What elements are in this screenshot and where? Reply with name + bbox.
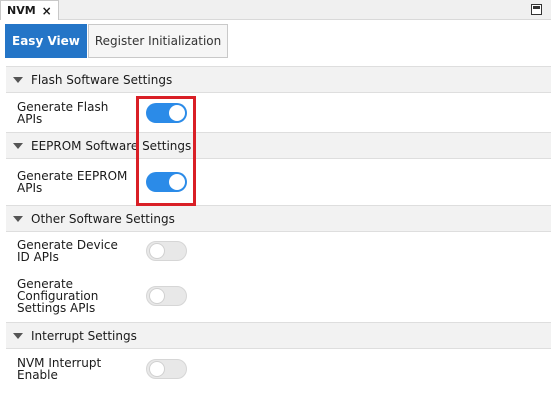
close-icon[interactable]: ×: [42, 5, 52, 17]
settings-panel: Flash Software Settings Generate Flash A…: [6, 66, 551, 389]
generate-flash-apis-toggle[interactable]: [146, 102, 187, 123]
setting-row-generate-eeprom-apis: Generate EEPROM APIs: [6, 159, 551, 205]
section-title: Flash Software Settings: [31, 72, 173, 87]
section-title: Other Software Settings: [31, 211, 175, 226]
section-title: EEPROM Software Settings: [31, 138, 192, 153]
setting-row-generate-configuration-settings-apis: Generate Configuration Settings APIs: [6, 270, 551, 322]
setting-row-generate-flash-apis: Generate Flash APIs: [6, 93, 551, 132]
generate-device-id-apis-toggle[interactable]: [146, 241, 187, 261]
view-tabs: Easy View Register Initialization: [5, 24, 229, 58]
nvm-tab-label: NVM: [7, 4, 36, 17]
generate-eeprom-apis-toggle[interactable]: [146, 172, 187, 192]
tab-register-initialization[interactable]: Register Initialization: [87, 24, 229, 58]
collapse-triangle-icon[interactable]: [13, 76, 23, 83]
setting-label: Generate Configuration Settings APIs: [17, 277, 99, 315]
collapse-triangle-icon[interactable]: [13, 332, 23, 339]
section-flash-software-settings[interactable]: Flash Software Settings: [6, 66, 551, 93]
minimize-icon[interactable]: [531, 4, 543, 16]
setting-label: Generate EEPROM APIs: [17, 169, 128, 195]
setting-label: Generate Flash APIs: [17, 99, 109, 126]
toggle-knob: [149, 243, 165, 259]
setting-label: Generate Device ID APIs: [17, 238, 118, 264]
document-tab-strip: NVM ×: [0, 0, 551, 20]
collapse-triangle-icon[interactable]: [13, 215, 23, 222]
generate-configuration-settings-apis-toggle[interactable]: [146, 286, 187, 306]
section-eeprom-software-settings[interactable]: EEPROM Software Settings: [6, 132, 551, 159]
setting-label: NVM Interrupt Enable: [17, 356, 102, 382]
setting-row-generate-device-id-apis: Generate Device ID APIs: [6, 232, 551, 270]
tab-easy-view[interactable]: Easy View: [5, 24, 87, 58]
nvm-interrupt-enable-toggle[interactable]: [146, 359, 187, 379]
section-other-software-settings[interactable]: Other Software Settings: [6, 205, 551, 232]
toggle-knob: [149, 361, 165, 377]
nvm-document-tab[interactable]: NVM ×: [0, 0, 59, 20]
toggle-knob: [149, 288, 165, 304]
toggle-knob: [169, 104, 185, 121]
setting-row-nvm-interrupt-enable: NVM Interrupt Enable: [6, 349, 551, 389]
section-interrupt-settings[interactable]: Interrupt Settings: [6, 322, 551, 349]
collapse-triangle-icon[interactable]: [13, 142, 23, 149]
section-title: Interrupt Settings: [31, 328, 137, 343]
toggle-knob: [169, 174, 185, 190]
